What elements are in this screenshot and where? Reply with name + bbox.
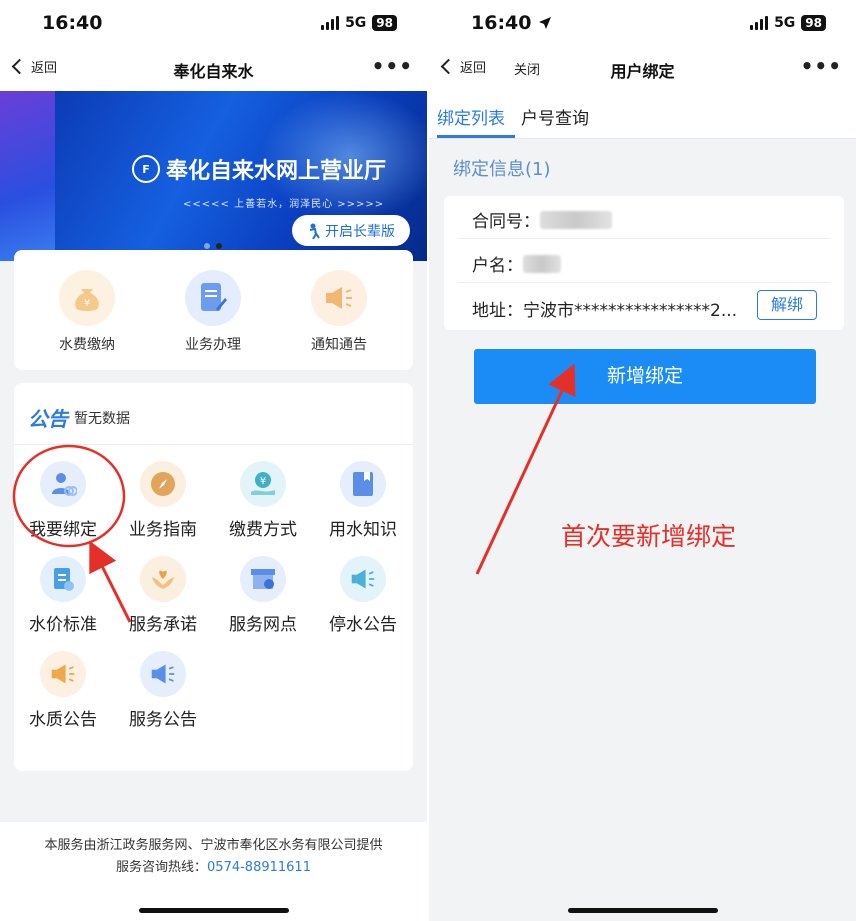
grid-item-label: 用水知识: [329, 520, 397, 540]
hotline-number-link[interactable]: 0574-88911611: [207, 860, 311, 875]
user-bind-icon: [40, 461, 86, 507]
page-title: 用户绑定: [610, 62, 675, 81]
right-screen: 16:40 5G 98 返回 关闭 用户绑定 ••• 绑定列表 户号查询 绑定信…: [429, 0, 856, 921]
elder-person-icon: [309, 223, 320, 239]
status-bar: 16:40 5G 98: [0, 0, 427, 46]
footer-provider-text: 本服务由浙江政务服务网、宁波市奉化区水务有限公司提供: [44, 838, 383, 853]
payment-hand-icon: ¥: [240, 461, 286, 507]
svg-text:¥: ¥: [260, 476, 266, 487]
store-location-icon: [240, 556, 286, 602]
grid-item-guide[interactable]: 业务指南: [113, 461, 213, 540]
more-menu-button[interactable]: •••: [372, 54, 413, 78]
status-bar: 16:40 5G 98: [429, 0, 856, 46]
elder-mode-button[interactable]: 开启长辈版: [292, 215, 410, 246]
quick-action-label: 水费缴纳: [59, 337, 115, 353]
battery-icon: 98: [372, 15, 397, 31]
section-title: 绑定信息(1): [453, 159, 551, 180]
price-list-icon: [40, 556, 86, 602]
network-type: 5G: [345, 15, 367, 31]
quick-action-label: 业务办理: [185, 337, 241, 353]
grid-item-label: 水价标准: [29, 615, 97, 635]
banner[interactable]: F 奉化自来水网上营业厅 <<<<< 上善若水，润泽民心 >>>>> 开启长辈版: [0, 91, 427, 261]
footer: 本服务由浙江政务服务网、宁波市奉化区水务有限公司提供 服务咨询热线：0574-8…: [0, 822, 427, 921]
megaphone-icon: [140, 651, 186, 697]
grid-item-service-outlets[interactable]: 服务网点: [213, 556, 313, 635]
contract-label: 合同号：: [472, 212, 540, 232]
grid-item-label: 停水公告: [329, 615, 397, 635]
grid-item-label: 缴费方式: [229, 520, 297, 540]
grid-item-label: 服务承诺: [129, 615, 197, 635]
tab-account-query[interactable]: 户号查询: [521, 104, 589, 129]
signal-icon: [750, 16, 769, 30]
compass-icon: [140, 461, 186, 507]
grid-item-water-quality[interactable]: 水质公告: [13, 651, 113, 730]
location-arrow-icon: [539, 17, 552, 29]
megaphone-icon: [340, 556, 386, 602]
grid-item-bind[interactable]: 我要绑定: [13, 461, 113, 540]
home-indicator[interactable]: [138, 908, 289, 913]
left-screen: 16:40 5G 98 返回 奉化自来水 ••• F 奉化自来水网上营业厅 <<…: [0, 0, 427, 921]
nav-bar: 返回 奉化自来水 •••: [0, 46, 427, 91]
grid-item-label: 服务网点: [229, 615, 297, 635]
tab-bind-list[interactable]: 绑定列表: [437, 104, 505, 129]
document-edit-icon: [185, 270, 241, 326]
unbind-button[interactable]: 解绑: [757, 290, 817, 320]
name-row: 户名：: [472, 251, 561, 276]
grid-item-label: 服务公告: [129, 710, 197, 730]
banner-subtitle: <<<<< 上善若水，润泽民心 >>>>>: [183, 199, 385, 210]
quick-action-label: 通知通告: [311, 337, 367, 353]
grid-item-label: 我要绑定: [29, 520, 97, 540]
notice-tag: 公告: [28, 407, 68, 431]
page-title: 奉化自来水: [173, 62, 254, 81]
name-value-redacted: [523, 254, 561, 273]
name-label: 户名：: [472, 256, 523, 276]
grid-item-label: 业务指南: [129, 520, 197, 540]
svg-text:¥: ¥: [84, 298, 90, 309]
nav-bar: 返回 关闭 用户绑定 •••: [429, 46, 856, 91]
notice-empty-text: 暂无数据: [74, 410, 130, 427]
address-label: 地址：: [472, 301, 523, 321]
add-binding-button[interactable]: 新增绑定: [474, 349, 816, 404]
grid-item-label: 水质公告: [29, 710, 97, 730]
contract-row: 合同号：: [472, 207, 612, 232]
quick-action-water-payment[interactable]: ¥ 水费缴纳: [37, 270, 137, 354]
home-indicator[interactable]: [567, 908, 718, 913]
address-value: 宁波市****************2...: [523, 301, 738, 321]
battery-icon: 98: [801, 15, 826, 31]
network-type: 5G: [774, 15, 796, 31]
quick-action-business[interactable]: 业务办理: [163, 270, 263, 354]
binding-card: 合同号： 户名： 地址： 宁波市****************2... 解绑: [444, 196, 844, 330]
annotation-text: 首次要新增绑定: [561, 522, 737, 551]
tab-bar: 绑定列表 户号查询: [429, 91, 856, 139]
grid-item-water-price[interactable]: 水价标准: [13, 556, 113, 635]
book-icon: [340, 461, 386, 507]
grid-item-water-knowledge[interactable]: 用水知识: [313, 461, 413, 540]
hotline-label: 服务咨询热线：: [116, 860, 208, 875]
contract-value-redacted: [540, 210, 612, 229]
grid-item-payment-methods[interactable]: ¥ 缴费方式: [213, 461, 313, 540]
tab-active-indicator: [437, 135, 515, 138]
megaphone-icon: [311, 270, 367, 326]
more-menu-button[interactable]: •••: [801, 54, 842, 78]
quick-actions-card: ¥ 水费缴纳 业务办理 通知通告: [14, 250, 413, 370]
notice-card: 公告 暂无数据 我要绑定 业务指南 ¥ 缴费方式 用水知识 水价标准 服务承诺 …: [14, 383, 413, 771]
quick-action-notices[interactable]: 通知通告: [289, 270, 389, 354]
status-time: 16:40: [471, 12, 552, 34]
address-row: 地址： 宁波市****************2...: [472, 296, 737, 321]
grid-item-service-notice[interactable]: 服务公告: [113, 651, 213, 730]
signal-icon: [321, 16, 340, 30]
megaphone-icon: [40, 651, 86, 697]
grid-item-outage-notice[interactable]: 停水公告: [313, 556, 413, 635]
money-bag-icon: ¥: [59, 270, 115, 326]
carousel-dots: [204, 243, 222, 249]
grid-item-service-promise[interactable]: 服务承诺: [113, 556, 213, 635]
water-logo-icon: F: [132, 155, 160, 183]
status-time: 16:40: [42, 12, 103, 34]
banner-title: 奉化自来水网上营业厅: [166, 159, 387, 184]
heart-hands-icon: [140, 556, 186, 602]
elder-mode-label: 开启长辈版: [325, 223, 395, 240]
